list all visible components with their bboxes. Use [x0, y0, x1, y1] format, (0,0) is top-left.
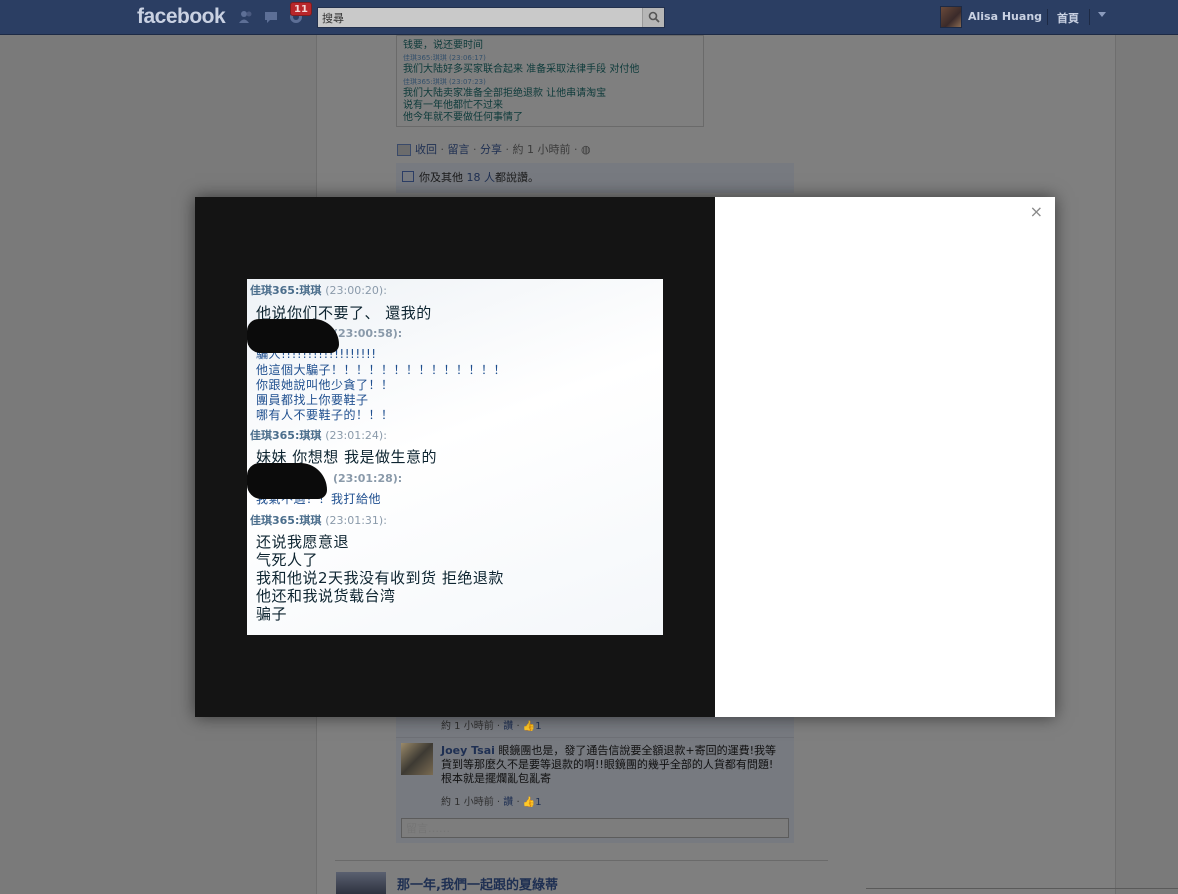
like-link[interactable]: 讚 [503, 797, 513, 808]
comment-meta: 約 1 小時前 · 讚 · 👍1 [441, 721, 542, 732]
search-input[interactable] [318, 8, 643, 27]
globe-privacy-icon[interactable]: ◍ [581, 143, 591, 156]
likers-link[interactable]: 18 人 [467, 171, 496, 184]
search-icon [648, 11, 660, 23]
chat-line: 我们大陆好多买家联合起来 准备采取法律手段 对付他 [403, 64, 640, 75]
thumbs-up-icon [402, 171, 414, 182]
thumbs-up-icon: 👍 [522, 721, 536, 732]
likes-summary: 你及其他 18 人都說讚。 [396, 163, 794, 193]
search-box [317, 7, 665, 28]
like-count[interactable]: 1 [535, 797, 541, 808]
chat-line: 我们大陆卖家准备全部拒绝退款 让他串请淘宝 [403, 88, 607, 99]
comment-author[interactable]: Joey Tsai [441, 744, 495, 757]
comment-body: Joey Tsai 眼鏡團也是，發了通告信說要全額退款+寄回的運費!我等貨到等那… [441, 744, 781, 786]
like-count[interactable]: 1 [535, 721, 541, 732]
user-name-link[interactable]: Alisa Huang [968, 10, 1042, 23]
thumbs-up-icon: 👍 [522, 797, 536, 808]
collapse-link[interactable]: 收回 [415, 143, 437, 156]
comment-time[interactable]: 約 1 小時前 [441, 797, 494, 808]
redaction-mark [247, 463, 327, 499]
comment-link[interactable]: 留言 [448, 143, 470, 156]
likes-text: 都說讚。 [495, 171, 539, 184]
nav-divider [1047, 9, 1048, 25]
share-link[interactable]: 分享 [480, 143, 502, 156]
comment-time[interactable]: 約 1 小時前 [441, 721, 494, 732]
like-link[interactable]: 讚 [503, 721, 513, 732]
messages-icon[interactable] [263, 9, 279, 25]
post-actions: 收回 · 留言 · 分享 · 約 1 小時前 · ◍ [397, 141, 591, 157]
likes-text: 你及其他 [419, 171, 467, 184]
photo-stage: 佳琪365:琪琪 (23:00:20): 他说你们不要了、 還我的 (23:00… [195, 197, 715, 717]
comments-section: 約 1 小時前 · 讚 · 👍1 Joey Tsai 眼鏡團也是，發了通告信說要… [396, 697, 794, 843]
comment-input[interactable] [401, 818, 789, 838]
chat-timestamp: (23:00:58): [333, 327, 403, 340]
chat-message: 哪有人不要鞋子的！！！ [256, 408, 394, 422]
user-avatar[interactable] [940, 6, 962, 28]
search-button[interactable] [642, 8, 664, 27]
account-menu-chevron-down-icon[interactable] [1098, 12, 1106, 17]
photo-viewer-modal: 佳琪365:琪琪 (23:00:20): 他说你们不要了、 還我的 (23:00… [195, 197, 1055, 717]
next-post-thumbnail[interactable] [336, 872, 386, 894]
chat-screenshot-photo[interactable]: 佳琪365:琪琪 (23:00:20): 他说你们不要了、 還我的 (23:00… [247, 279, 663, 635]
chat-sender: 佳琪365:琪琪 (23:01:24): [250, 429, 387, 442]
chat-line: 钱要，说还要时间 [403, 40, 483, 51]
chat-line: 说有一年他都忙不过来 [403, 100, 503, 111]
chat-sender: 佳琪365:琪琪 (23:01:31): [250, 514, 387, 527]
top-bar: facebook 11 Alisa Huang 首頁 [0, 0, 1178, 35]
commenter-avatar[interactable] [401, 743, 433, 775]
feed-divider [335, 860, 828, 861]
chat-sender: 佳琪365:琪琪 (23:00:20): [250, 284, 387, 297]
nav-divider [1089, 9, 1090, 25]
chat-timestamp: (23:01:28): [333, 472, 403, 485]
note-icon [397, 144, 411, 156]
comment-meta: 約 1 小時前 · 讚 · 👍1 [441, 797, 542, 808]
comment-divider [396, 737, 794, 738]
facebook-logo[interactable]: facebook [137, 5, 226, 29]
chat-line: 佳琪365:琪琪 (23:07:23) [403, 78, 486, 86]
chat-message: 骗子 [256, 605, 288, 623]
next-post-title[interactable]: 那一年,我們一起跟的夏綠蒂 [397, 874, 558, 893]
home-link[interactable]: 首頁 [1057, 10, 1079, 26]
post-timestamp[interactable]: 約 1 小時前 [513, 143, 571, 156]
chat-line: 佳琪365:琪琪 (23:06:17) [403, 54, 486, 62]
shared-chat-text: 钱要，说还要时间 佳琪365:琪琪 (23:06:17) 我们大陆好多买家联合起… [396, 35, 704, 127]
notification-count-badge: 11 [290, 2, 312, 16]
close-icon[interactable]: × [1030, 202, 1043, 221]
redaction-mark [247, 319, 339, 353]
photo-info-panel: × [715, 197, 1055, 717]
chat-line: 他今年就不要做任何事情了 [403, 112, 523, 123]
chat-dock [866, 888, 1178, 894]
friend-requests-icon[interactable] [238, 9, 254, 25]
